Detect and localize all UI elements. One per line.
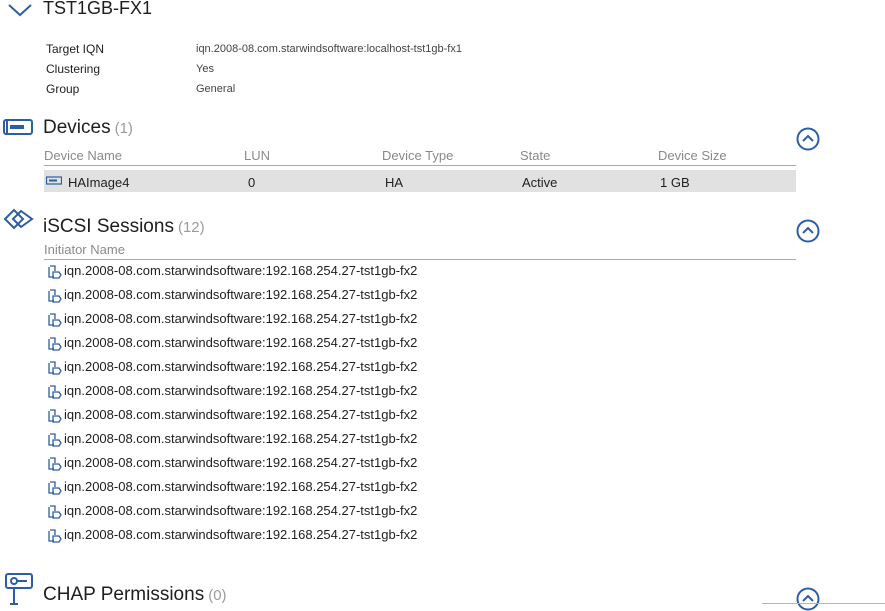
session-initiator-name: iqn.2008-08.com.starwindsoftware:192.168… [64,431,418,446]
devices-collapse-icon[interactable] [796,127,820,151]
device-icon [3,119,33,135]
device-row-icon [46,176,62,185]
session-initiator-name: iqn.2008-08.com.starwindsoftware:192.168… [64,479,418,494]
session-link-icon [48,433,62,447]
col-device-size[interactable]: Device Size [658,148,727,163]
target-iqn-value: iqn.2008-08.com.starwindsoftware:localho… [196,43,462,55]
sessions-count: (12) [177,219,205,236]
bottom-divider [762,603,885,604]
sessions-title: iSCSI Sessions [43,216,174,237]
chap-section-title: CHAP Permissions (0) [43,584,227,606]
device-type-cell: HA [385,175,404,190]
sessions-header-divider [44,259,796,260]
chap-count: (0) [208,587,227,604]
session-initiator-name: iqn.2008-08.com.starwindsoftware:192.168… [64,359,418,374]
chap-collapse-icon[interactable] [796,587,820,611]
session-initiator-name: iqn.2008-08.com.starwindsoftware:192.168… [64,383,418,398]
target-title: TST1GB-FX1 [43,0,153,18]
target-iqn-label: Target IQN [46,42,105,56]
device-name-cell: HAImage4 [68,175,130,190]
session-initiator-name: iqn.2008-08.com.starwindsoftware:192.168… [64,311,418,326]
group-value: General [196,83,236,95]
device-size-cell: 1 GB [660,175,690,190]
device-state-cell: Active [522,175,558,190]
session-link-icon [48,265,62,279]
group-label: Group [46,82,80,96]
chevron-down-icon[interactable] [7,2,35,18]
session-initiator-name: iqn.2008-08.com.starwindsoftware:192.168… [64,503,418,518]
col-lun[interactable]: LUN [244,148,270,163]
clustering-value: Yes [196,63,214,75]
session-initiator-name: iqn.2008-08.com.starwindsoftware:192.168… [64,263,418,278]
session-initiator-name: iqn.2008-08.com.starwindsoftware:192.168… [64,335,418,350]
col-state[interactable]: State [520,148,550,163]
session-link-icon [48,361,62,375]
devices-section-title: Devices (1) [43,117,133,139]
sessions-section-title: iSCSI Sessions (12) [43,216,205,238]
session-link-icon [48,481,62,495]
session-link-icon [48,289,62,303]
session-link-icon [48,337,62,351]
devices-count: (1) [114,120,133,137]
col-initiator-name[interactable]: Initiator Name [44,242,125,257]
iscsi-session-icon [3,208,34,230]
sessions-collapse-icon[interactable] [796,219,820,243]
devices-header-divider [44,165,796,166]
session-initiator-name: iqn.2008-08.com.starwindsoftware:192.168… [64,287,418,302]
chap-title: CHAP Permissions [43,584,205,605]
col-device-type[interactable]: Device Type [382,148,453,163]
session-link-icon [48,313,62,327]
session-initiator-name: iqn.2008-08.com.starwindsoftware:192.168… [64,407,418,422]
devices-title: Devices [43,117,111,138]
clustering-label: Clustering [46,62,101,76]
device-lun-cell: 0 [248,175,256,190]
table-row[interactable]: HAImage4 0 HA Active 1 GB [44,170,796,192]
session-link-icon [48,385,62,399]
session-link-icon [48,505,62,519]
session-link-icon [48,529,62,543]
session-link-icon [48,457,62,471]
session-initiator-name: iqn.2008-08.com.starwindsoftware:192.168… [64,527,418,542]
session-initiator-name: iqn.2008-08.com.starwindsoftware:192.168… [64,455,418,470]
col-device-name[interactable]: Device Name [44,148,122,163]
key-icon [5,573,33,605]
session-link-icon [48,409,62,423]
